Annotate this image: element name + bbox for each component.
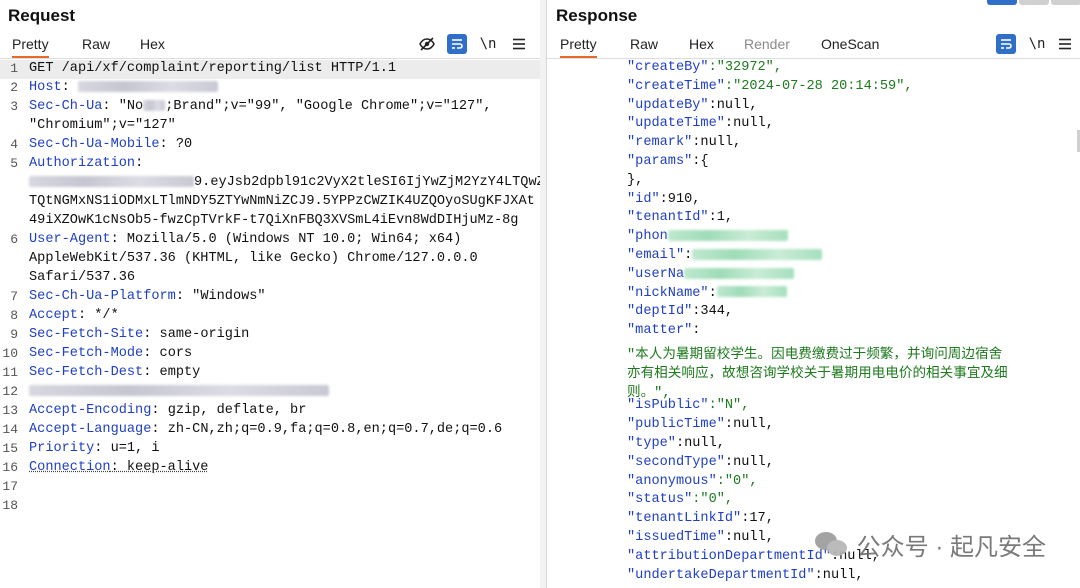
response-tab-render[interactable]: Render bbox=[744, 36, 790, 52]
redacted-phone bbox=[667, 230, 788, 242]
request-tab-hex[interactable]: Hex bbox=[140, 36, 165, 52]
request-line-3[interactable]: 3 Sec-Ch-Ua: "No ;Brand";v="99", "Google C… bbox=[0, 98, 540, 117]
json-line[interactable]: "tenantId":1, bbox=[547, 210, 1080, 229]
watermark: 公众号 · 起凡安全 bbox=[814, 527, 1046, 562]
request-tab-pretty[interactable]: Pretty bbox=[12, 36, 49, 58]
redacted-username bbox=[684, 267, 795, 279]
request-tabs: Pretty Raw Hex \n bbox=[0, 32, 540, 59]
json-line-redacted[interactable]: "nickName": bbox=[547, 286, 1080, 305]
request-line-5-cont[interactable]: 9.eyJsb2dpbl91c2VyX2tleSI6IjYwZjM2YzY4LT… bbox=[0, 174, 540, 193]
json-line[interactable]: "undertakeDepartmentId":null, bbox=[547, 568, 1080, 587]
response-tabs: Pretty Raw Hex Render OneScan \n bbox=[547, 32, 1080, 59]
json-line[interactable]: 则。", bbox=[547, 380, 1080, 401]
request-line-6-cont[interactable]: AppleWebKit/537.36 (KHTML, like Gecko) C… bbox=[0, 250, 540, 269]
request-line-13[interactable]: 13 Accept-Encoding: gzip, deflate, br bbox=[0, 402, 540, 421]
response-tab-onescan[interactable]: OneScan bbox=[821, 36, 879, 52]
layout-button-split[interactable] bbox=[987, 0, 1017, 5]
request-line-7[interactable]: 7 Sec-Ch-Ua-Platform: "Windows" bbox=[0, 288, 540, 307]
layout-button-horizontal[interactable] bbox=[1019, 0, 1049, 5]
request-line-14[interactable]: 14 Accept-Language: zh-CN,zh;q=0.9,fa;q=0… bbox=[0, 421, 540, 440]
json-line[interactable]: "updateBy":null, bbox=[547, 98, 1080, 117]
request-line-2[interactable]: 2 Host: bbox=[0, 79, 540, 98]
redacted-token-prefix bbox=[29, 175, 194, 187]
request-line-3-cont[interactable]: "Chromium";v="127" bbox=[0, 117, 540, 136]
request-tab-raw[interactable]: Raw bbox=[82, 36, 110, 52]
request-line-5-cont3[interactable]: 49iXZOwK1cNsOb5-fwzCpTVrkF-t7QiXnFBQ3XVS… bbox=[0, 212, 540, 231]
json-line[interactable]: "id":910, bbox=[547, 192, 1080, 211]
response-tab-raw[interactable]: Raw bbox=[630, 36, 658, 52]
request-editor[interactable]: 1 GET /api/xf/complaint/reporting/list HT… bbox=[0, 60, 540, 588]
redacted-nickname bbox=[716, 286, 787, 298]
request-line-5-cont2[interactable]: TQtNGMxNS1iODMxLTlmNDY5ZTYwNmNiZCJ9.5YPP… bbox=[0, 193, 540, 212]
json-line[interactable]: "本人为暑期留校学生。因电费缴费过于频繁，并询问周边宿舍 bbox=[547, 342, 1080, 363]
json-line-redacted[interactable]: "userNa bbox=[547, 267, 1080, 286]
request-line-11[interactable]: 11 Sec-Fetch-Dest: empty bbox=[0, 364, 540, 383]
json-line[interactable]: "createBy":"32972", bbox=[547, 60, 1080, 79]
newline-toggle-button[interactable]: \n bbox=[478, 34, 498, 54]
response-tab-pretty[interactable]: Pretty bbox=[560, 36, 597, 58]
json-line-redacted[interactable]: "email": bbox=[547, 248, 1080, 267]
request-line-16[interactable]: 16 Connection: keep-alive bbox=[0, 459, 540, 478]
json-line[interactable]: "type":null, bbox=[547, 436, 1080, 455]
request-title: Request bbox=[8, 6, 76, 25]
response-title: Response bbox=[556, 6, 638, 25]
request-line-5[interactable]: 5 Authorization: bbox=[0, 155, 540, 174]
request-line-15[interactable]: 15 Priority: u=1, i bbox=[0, 440, 540, 459]
json-line[interactable]: "createTime":"2024-07-28 20:14:59", bbox=[547, 79, 1080, 98]
request-line-17[interactable]: 17 bbox=[0, 478, 540, 497]
request-line-8[interactable]: 8 Accept: */* bbox=[0, 307, 540, 326]
json-line[interactable]: "updateTime":null, bbox=[547, 116, 1080, 135]
request-line-9[interactable]: 9 Sec-Fetch-Site: same-origin bbox=[0, 326, 540, 345]
json-line[interactable]: "status":"0", bbox=[547, 492, 1080, 511]
json-line[interactable]: "isPublic":"N", bbox=[547, 398, 1080, 417]
json-line[interactable]: "params":{ bbox=[547, 154, 1080, 173]
redacted-header bbox=[29, 384, 329, 396]
json-line-redacted[interactable]: "phon bbox=[547, 229, 1080, 248]
json-line[interactable]: "publicTime":null, bbox=[547, 417, 1080, 436]
json-line[interactable]: "remark":null, bbox=[547, 135, 1080, 154]
response-pane: Response Pretty Raw Hex Render OneScan \… bbox=[546, 0, 1080, 588]
newline-toggle-button[interactable]: \n bbox=[1027, 34, 1047, 54]
redacted-host bbox=[77, 80, 218, 92]
layout-button-vertical[interactable] bbox=[1051, 0, 1080, 5]
json-line[interactable]: "matter": bbox=[547, 323, 1080, 342]
request-line-10[interactable]: 10 Sec-Fetch-Mode: cors bbox=[0, 345, 540, 364]
layout-buttons bbox=[987, 0, 1080, 6]
request-line-6-cont2[interactable]: Safari/537.36 bbox=[0, 269, 540, 288]
eye-off-icon[interactable] bbox=[417, 34, 437, 54]
hamburger-menu-icon[interactable] bbox=[1055, 34, 1075, 54]
hamburger-menu-icon[interactable] bbox=[509, 34, 529, 54]
wrap-lines-icon[interactable] bbox=[996, 34, 1016, 54]
json-line[interactable]: "deptId":344, bbox=[547, 304, 1080, 323]
watermark-text: 公众号 · 起凡安全 bbox=[856, 534, 1046, 561]
json-line[interactable]: "anonymous":"0", bbox=[547, 474, 1080, 493]
response-tab-hex[interactable]: Hex bbox=[689, 36, 714, 52]
json-line[interactable]: "secondType":null, bbox=[547, 455, 1080, 474]
response-editor[interactable]: "createBy":"32972", "createTime":"2024-0… bbox=[547, 60, 1080, 588]
request-pane: Request Pretty Raw Hex \n 1 GET /api/xf/c… bbox=[0, 0, 541, 588]
redacted-email bbox=[692, 248, 823, 260]
json-line[interactable]: }, bbox=[547, 173, 1080, 192]
wrap-lines-icon[interactable] bbox=[447, 34, 467, 54]
wechat-icon bbox=[814, 530, 849, 560]
request-line-1[interactable]: 1 GET /api/xf/complaint/reporting/list HT… bbox=[0, 60, 540, 79]
request-line-4[interactable]: 4 Sec-Ch-Ua-Mobile: ?0 bbox=[0, 136, 540, 155]
request-line-12[interactable]: 12 bbox=[0, 383, 540, 402]
request-line-6[interactable]: 6 User-Agent: Mozilla/5.0 (Windows NT 10.… bbox=[0, 231, 540, 250]
json-line[interactable]: 亦有相关响应，故想咨询学校关于暑期用电电价的相关事宜及细 bbox=[547, 361, 1080, 382]
request-line-18[interactable]: 18 bbox=[0, 497, 540, 516]
